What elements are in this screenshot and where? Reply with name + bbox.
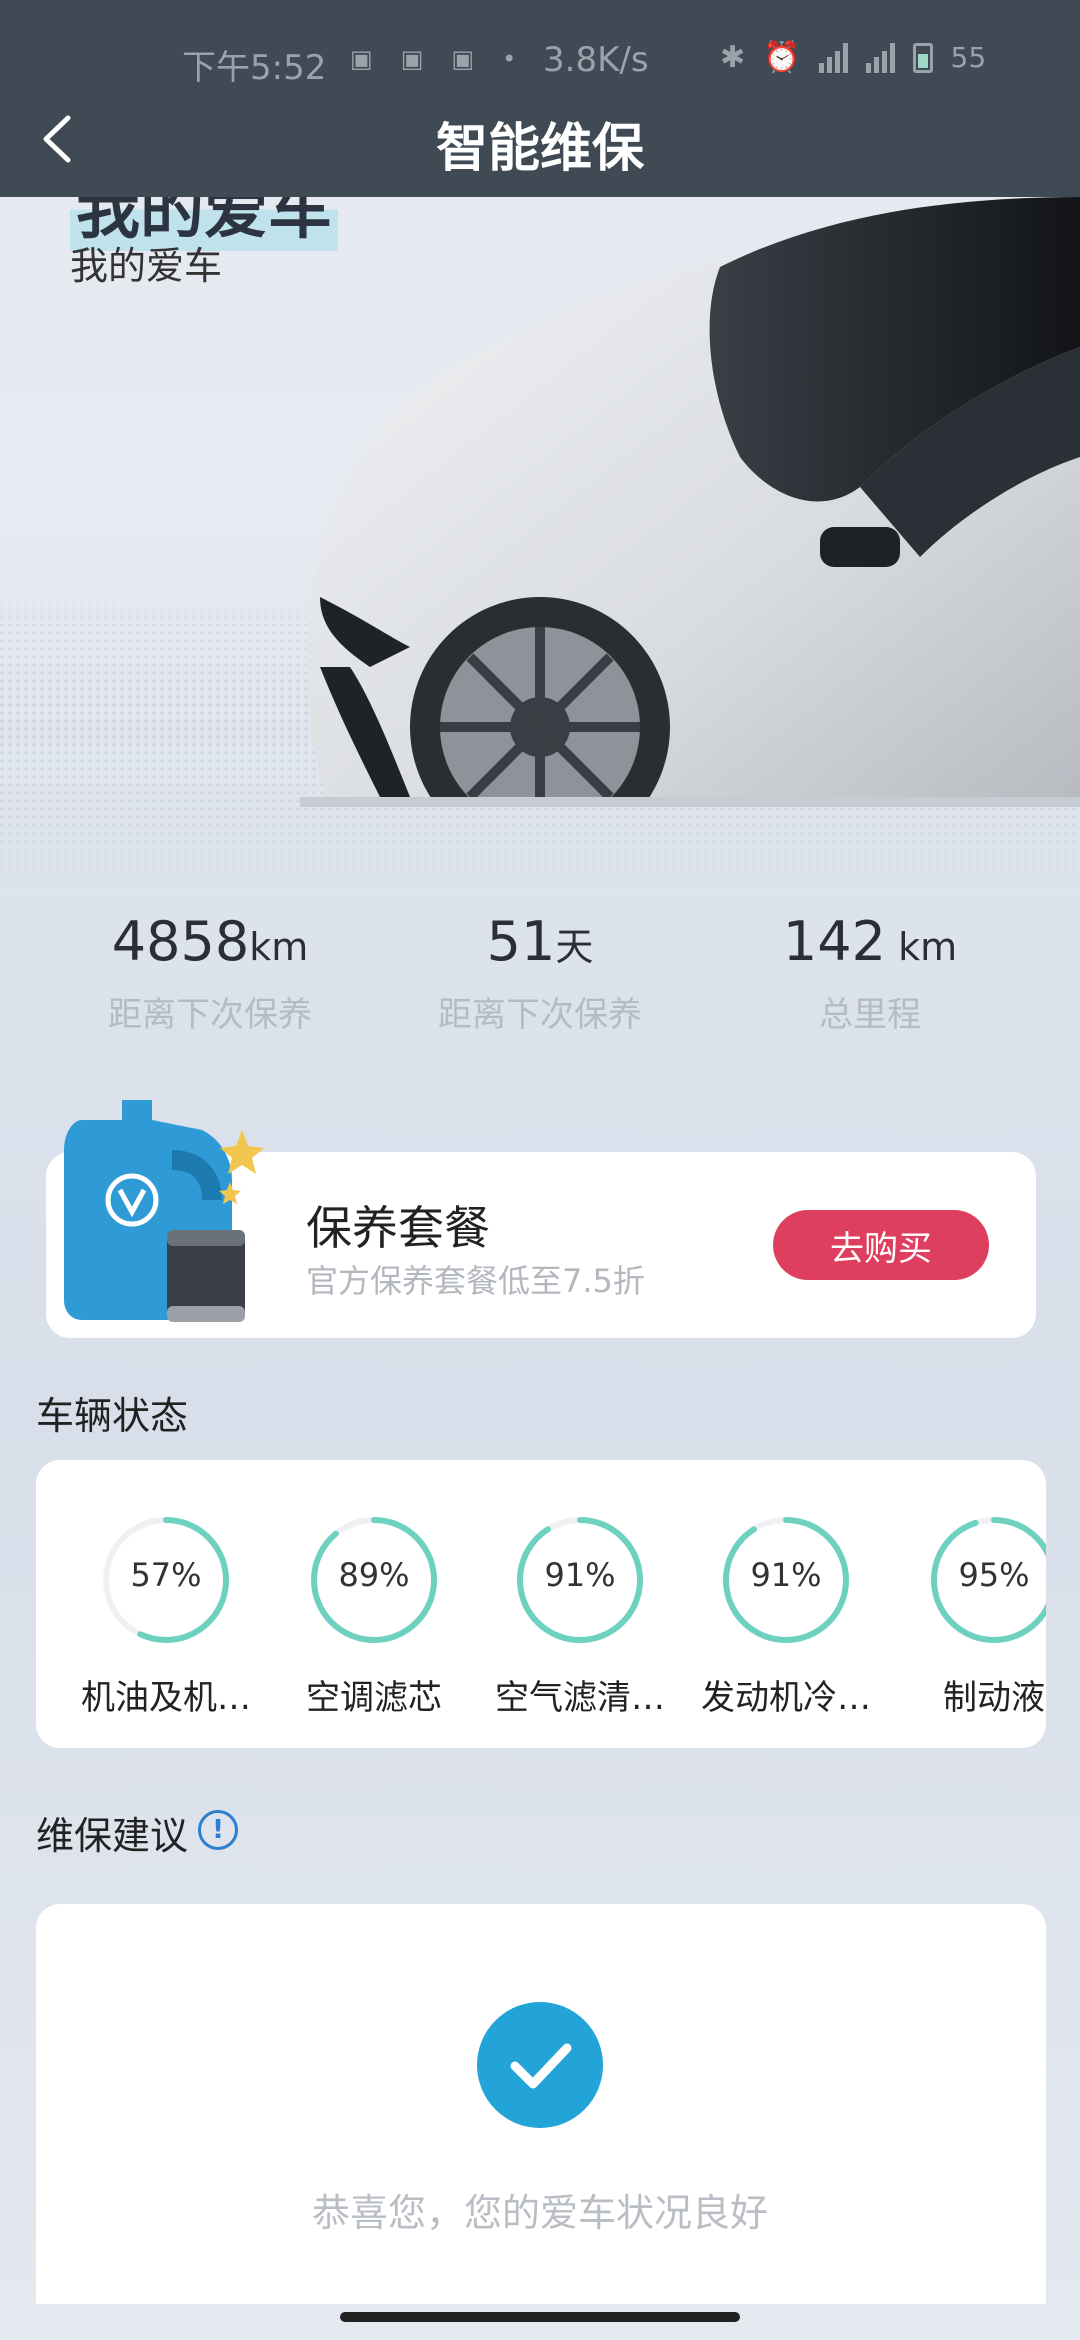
- stat-unit: 天: [555, 925, 594, 969]
- status-gauge[interactable]: 91% 发动机冷…: [701, 1510, 871, 1718]
- notification-icon: ▣: [451, 45, 475, 73]
- stat-value: 51: [486, 910, 556, 973]
- dot-icon: •: [502, 45, 517, 73]
- stat-value: 4858: [111, 910, 250, 973]
- gauge-percent: 91%: [750, 1556, 822, 1594]
- maintenance-advice-title: 维保建议: [36, 1814, 189, 1858]
- gauge-label: 制动液: [943, 1678, 1045, 1718]
- signal-icon: [818, 42, 848, 73]
- battery-level: 55: [950, 41, 987, 74]
- hero-subtitle: 我的爱车: [70, 244, 223, 288]
- vehicle-status-card[interactable]: 57% 机油及机… 89% 空调滤芯 91% 空气滤清… 91% 发动机冷… 95% 制动液: [36, 1460, 1046, 1748]
- engine-oil-icon: [64, 1100, 264, 1322]
- home-indicator[interactable]: [340, 2312, 740, 2322]
- status-time: 下午5:52: [182, 48, 327, 88]
- status-bar: 下午5:52 ▣ ▣ ▣ • 3.8K/s ✱ ⏰ 55: [0, 0, 1080, 120]
- bluetooth-icon: ✱: [720, 40, 746, 75]
- stat-label: 距离下次保养: [438, 995, 642, 1035]
- gauge-percent: 89%: [338, 1556, 410, 1594]
- signal-icon: [865, 42, 895, 73]
- stat-label: 距离下次保养: [108, 995, 312, 1035]
- alarm-icon: ⏰: [763, 40, 801, 75]
- maintenance-stats: 4858km 距离下次保养 51天 距离下次保养 142 km 总里程: [0, 910, 1080, 1040]
- page-title: 智能维保: [435, 119, 644, 179]
- status-gauge[interactable]: 89% 空调滤芯: [304, 1510, 444, 1718]
- hero-banner: 我的爱车 我的爱车: [0, 197, 1080, 887]
- stat-unit: km: [885, 925, 958, 969]
- status-gauge[interactable]: 95% 制动液: [924, 1510, 1046, 1718]
- gauge-percent: 57%: [130, 1556, 202, 1594]
- battery-icon: [912, 42, 933, 73]
- stat-next-maintenance-days: 51天 距离下次保养: [390, 910, 690, 1036]
- package-title: 保养套餐: [306, 1201, 490, 1255]
- package-description: 官方保养套餐低至7.5折: [306, 1262, 645, 1300]
- gauge-percent: 91%: [544, 1556, 616, 1594]
- car-image: [300, 197, 1080, 807]
- notification-icon: ▣: [350, 45, 373, 73]
- status-right-icons: ✱ ⏰ 55: [720, 40, 986, 75]
- vehicle-status-title: 车辆状态: [36, 1394, 189, 1438]
- status-net-speed: 3.8K/s: [543, 40, 649, 80]
- gauge-label: 发动机冷…: [701, 1678, 871, 1718]
- stat-value: 142: [782, 910, 886, 973]
- stat-next-maintenance-distance: 4858km 距离下次保养: [60, 910, 360, 1036]
- gauge-label: 机油及机…: [81, 1678, 251, 1718]
- header-bar: 下午5:52 ▣ ▣ ▣ • 3.8K/s ✱ ⏰ 55 智能维保: [0, 0, 1080, 197]
- info-icon[interactable]: !: [198, 1810, 238, 1850]
- notification-icons: ▣ ▣ ▣ •: [350, 45, 516, 73]
- status-gauge[interactable]: 91% 空气滤清…: [495, 1510, 665, 1718]
- stat-label: 总里程: [819, 995, 921, 1035]
- notification-icon: ▣: [400, 45, 424, 73]
- advice-message: 恭喜您，您的爱车状况良好: [311, 2191, 768, 2235]
- stat-total-mileage: 142 km 总里程: [720, 910, 1020, 1036]
- gauge-percent: 95%: [958, 1556, 1030, 1594]
- stat-unit: km: [249, 925, 309, 969]
- check-icon: [477, 2002, 603, 2128]
- gauge-label: 空调滤芯: [306, 1678, 442, 1718]
- gauge-label: 空气滤清…: [495, 1678, 665, 1718]
- status-gauge[interactable]: 57% 机油及机…: [81, 1510, 251, 1718]
- buy-button[interactable]: 去购买: [773, 1210, 989, 1280]
